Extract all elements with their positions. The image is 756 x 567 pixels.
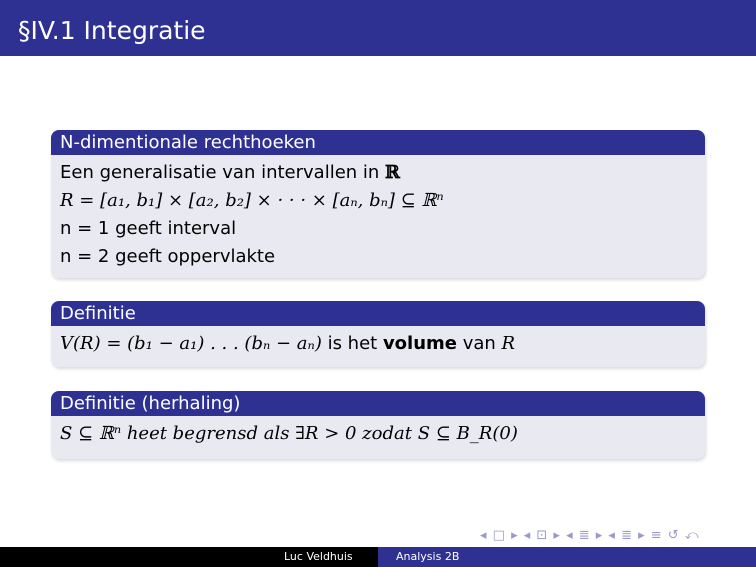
block-definition-volume: Definitie V(R) = (b₁ − a₁) . . . (bₙ − a… [51, 301, 705, 367]
slide-title-bar: §IV.1 Integratie [0, 0, 756, 56]
generalisation-line: Een generalisatie van intervallen in ℝ [60, 159, 696, 187]
block-header: Definitie (herhaling) [51, 391, 705, 416]
case-n2: n = 2 geeft oppervlakte [60, 246, 276, 267]
bounded-definition: S ⊆ ℝⁿ heet begrensd als ∃R > 0 zodat S … [60, 423, 518, 444]
real-numbers-symbol: ℝ [385, 162, 400, 183]
rectangle-variable: R [501, 333, 516, 354]
definition-text-end: van [457, 333, 502, 354]
footer-course: Analysis 2B [396, 550, 460, 563]
block-body: Een generalisatie van intervallen in ℝ R… [51, 155, 705, 277]
case-n1: n = 1 geeft interval [60, 218, 237, 239]
rectangle-formula: R = [a₁, b₁] × [a₂, b₂] × · · · × [aₙ, b… [60, 190, 444, 211]
navigation-symbols[interactable]: ◂ □ ▸ ◂ ⊡ ▸ ◂ ≣ ▸ ◂ ≣ ▸ ≡ ↺ ⤺ [480, 528, 700, 543]
block-body: S ⊆ ℝⁿ heet begrensd als ∃R > 0 zodat S … [51, 416, 705, 454]
slide-title: §IV.1 Integratie [18, 16, 206, 45]
footer-bar: Luc Veldhuis Analysis 2B [0, 547, 756, 567]
block-header: N-dimentionale rechthoeken [51, 130, 705, 155]
block-header: Definitie [51, 301, 705, 326]
block-definition-bounded: Definitie (herhaling) S ⊆ ℝⁿ heet begren… [51, 391, 705, 459]
volume-formula: V(R) = (b₁ − a₁) . . . (bₙ − aₙ) [60, 333, 322, 354]
block-n-dimensional-rectangles: N-dimentionale rechthoeken Een generalis… [51, 130, 705, 278]
volume-term: volume [382, 333, 457, 354]
block-body: V(R) = (b₁ − a₁) . . . (bₙ − aₙ) is het … [51, 326, 705, 364]
definition-text: is het [321, 333, 383, 354]
footer-author: Luc Veldhuis [284, 550, 353, 563]
generalisation-text: Een generalisatie van intervallen in [60, 162, 386, 183]
